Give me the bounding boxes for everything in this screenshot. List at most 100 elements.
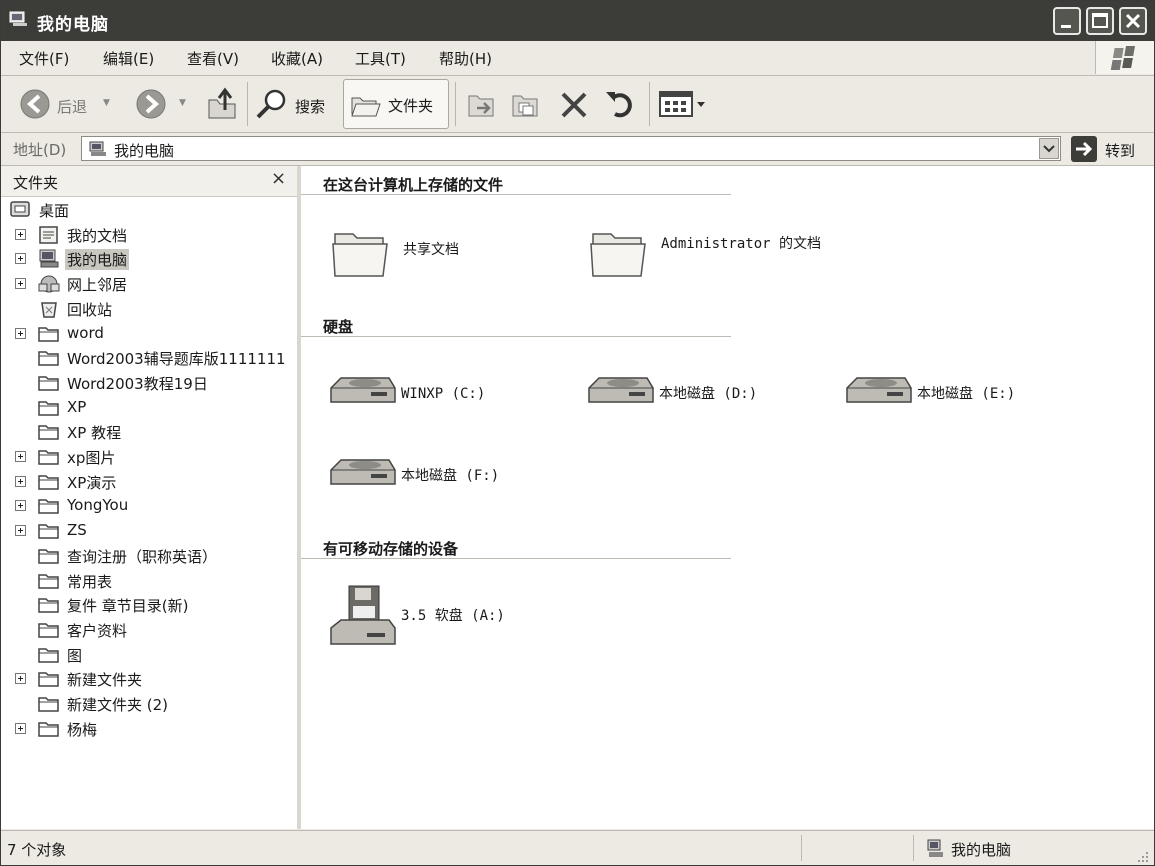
tree-item[interactable]: Word2003教程19日 — [1, 371, 297, 395]
tree-item[interactable]: XP — [1, 396, 297, 420]
back-arrow-icon — [20, 89, 50, 119]
close-icon[interactable]: × — [271, 168, 286, 189]
administrator-documents-folder[interactable]: Administrator 的文档 — [587, 224, 827, 284]
item-name: Administrator 的文档 — [661, 236, 822, 252]
address-dropdown[interactable] — [1039, 138, 1059, 159]
expand-icon[interactable] — [15, 500, 26, 512]
item-name: 本地磁盘 (F:) — [401, 468, 500, 484]
drive-d[interactable]: 本地磁盘 (D:) — [585, 366, 825, 426]
folder-icon — [37, 422, 61, 446]
tree-item-label: Word2003教程19日 — [67, 374, 208, 393]
tree-item-label: 图 — [67, 646, 83, 665]
tree-item[interactable]: 桌面 — [1, 198, 297, 222]
folder-icon — [37, 324, 61, 348]
menu-tools[interactable]: 工具(T) — [355, 48, 406, 69]
tree-item[interactable]: 新建文件夹 — [1, 667, 297, 691]
tree-item[interactable]: XP 教程 — [1, 420, 297, 444]
tree-item[interactable]: 新建文件夹 (2) — [1, 692, 297, 716]
tree-item[interactable]: xp图片 — [1, 445, 297, 469]
menu-view[interactable]: 查看(V) — [187, 48, 239, 69]
tree-item[interactable]: 我的电脑 — [1, 247, 297, 271]
tree-item[interactable]: 查询注册（职称英语） — [1, 544, 297, 568]
item-name: WINXP (C:) — [401, 386, 486, 402]
item-name: 3.5 软盘 (A:) — [401, 608, 505, 624]
tree-item[interactable]: 网上邻居 — [1, 272, 297, 296]
tree-item-label: XP演示 — [67, 473, 117, 492]
expand-icon[interactable] — [15, 722, 26, 734]
shared-documents-folder[interactable]: 共享文档 — [329, 224, 569, 284]
go-label: 转到 — [1105, 142, 1136, 160]
back-button[interactable]: 后退 ▼ — [19, 82, 110, 126]
hard-disk-icon — [330, 459, 396, 485]
explorer-window: 我的电脑 文件(F) 编辑(E) 查看(V) 收藏(A) 工具(T) 帮助(H)… — [0, 0, 1155, 866]
hard-disk-icon — [330, 377, 396, 403]
tree-item[interactable]: word — [1, 322, 297, 346]
expand-icon[interactable] — [15, 228, 26, 240]
tree-item[interactable]: XP演示 — [1, 470, 297, 494]
floppy-drive-a[interactable]: 3.5 软盘 (A:) — [327, 584, 567, 656]
address-input[interactable]: 我的电脑 — [81, 136, 1061, 161]
resize-grip-icon[interactable] — [1134, 848, 1150, 864]
folder-icon — [37, 348, 61, 372]
user-folder-icon — [590, 233, 646, 277]
expand-icon[interactable] — [15, 525, 26, 537]
item-name: 本地磁盘 (D:) — [659, 386, 758, 402]
expand-icon[interactable] — [15, 327, 26, 339]
folder-icon — [37, 373, 61, 397]
expand-icon[interactable] — [15, 253, 26, 265]
tree-item-label: 复件 章节目录(新) — [67, 597, 189, 616]
folder-icon — [37, 546, 61, 570]
expand-icon[interactable] — [15, 278, 26, 290]
up-folder-button[interactable] — [203, 82, 241, 126]
back-dropdown-icon: ▼ — [103, 98, 110, 108]
tree-item[interactable]: 常用表 — [1, 569, 297, 593]
close-button[interactable] — [1119, 7, 1147, 35]
expand-icon[interactable] — [15, 673, 26, 685]
forward-button[interactable]: ▼ — [135, 82, 191, 126]
folders-pane-title: 文件夹 — [13, 174, 59, 192]
delete-button[interactable] — [557, 82, 593, 126]
copy-to-button[interactable] — [507, 82, 547, 126]
go-button[interactable]: 转到 — [1071, 136, 1147, 162]
folder-icon — [37, 669, 61, 693]
tree-item-label: 网上邻居 — [67, 276, 128, 295]
title-bar[interactable]: 我的电脑 — [1, 1, 1154, 41]
folders-button[interactable]: 文件夹 — [343, 79, 449, 129]
expand-icon[interactable] — [15, 451, 26, 462]
status-location: 我的电脑 — [951, 841, 1012, 859]
tree-item[interactable]: 我的文档 — [1, 223, 297, 247]
drive-e[interactable]: 本地磁盘 (E:) — [843, 366, 1083, 426]
drive-f[interactable]: 本地磁盘 (F:) — [327, 448, 567, 508]
status-bar: 7 个对象 我的电脑 — [1, 830, 1154, 865]
move-to-button[interactable] — [463, 82, 503, 126]
tree-item[interactable]: 图 — [1, 643, 297, 667]
tree-item[interactable]: 回收站 — [1, 297, 297, 321]
copy-to-icon — [512, 95, 538, 117]
menu-file[interactable]: 文件(F) — [19, 48, 69, 69]
tree-item-label: 常用表 — [67, 572, 113, 591]
forward-arrow-icon — [136, 89, 166, 119]
tree-item[interactable]: 复件 章节目录(新) — [1, 593, 297, 617]
windows-logo-icon — [1095, 41, 1154, 74]
folders-label: 文件夹 — [388, 97, 434, 115]
search-button[interactable]: 搜索 — [255, 82, 335, 126]
views-button[interactable] — [657, 82, 707, 126]
tree-item[interactable]: YongYou — [1, 494, 297, 518]
back-label: 后退 — [57, 98, 88, 116]
my-computer-icon — [9, 11, 29, 27]
search-label: 搜索 — [295, 98, 326, 116]
maximize-button[interactable] — [1086, 7, 1114, 35]
menu-favorites[interactable]: 收藏(A) — [271, 48, 323, 69]
tree-item[interactable]: 客户资料 — [1, 618, 297, 642]
menu-edit[interactable]: 编辑(E) — [103, 48, 154, 69]
expand-icon[interactable] — [15, 475, 26, 487]
status-object-count: 7 个对象 — [7, 841, 67, 859]
tree-item[interactable]: Word2003辅导题库版1111111 — [1, 346, 297, 370]
undo-button[interactable] — [601, 82, 641, 126]
minimize-button[interactable] — [1053, 7, 1081, 35]
tree-item[interactable]: 杨梅 — [1, 717, 297, 741]
menu-help[interactable]: 帮助(H) — [439, 48, 492, 69]
tree-item[interactable]: ZS — [1, 519, 297, 543]
views-icon — [659, 91, 705, 117]
drive-c[interactable]: WINXP (C:) — [327, 366, 567, 426]
